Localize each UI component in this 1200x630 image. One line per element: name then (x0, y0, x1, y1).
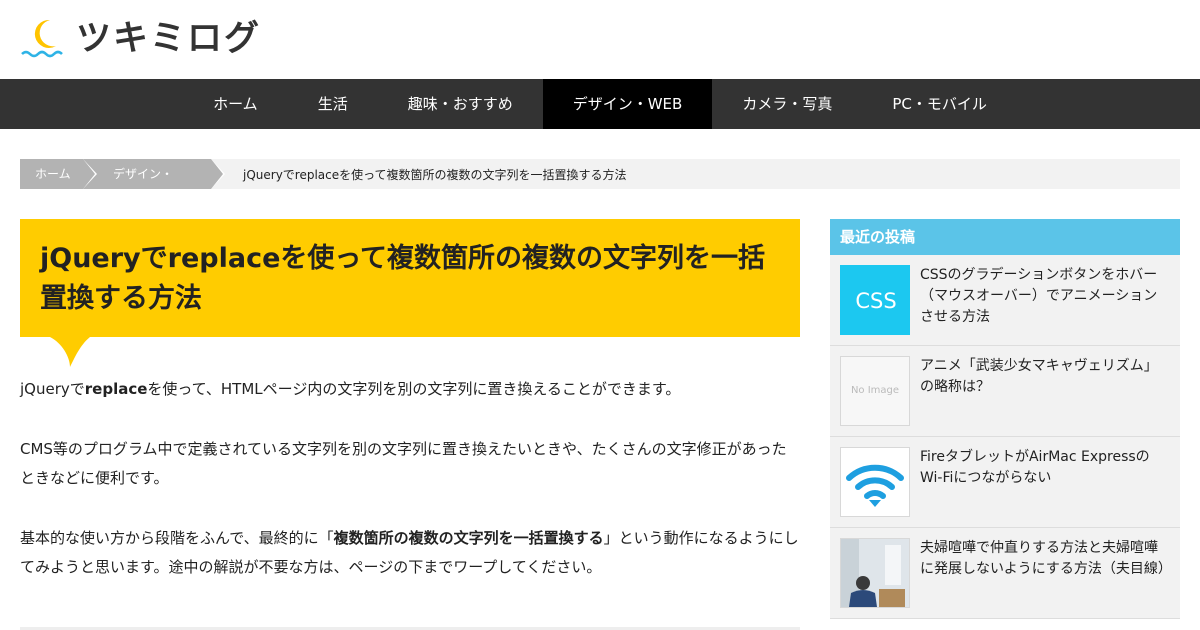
post-title: CSSのグラデーションボタンをホバー（マウスオーバー）でアニメーションさせる方法 (920, 267, 1158, 325)
moon-logo-icon (20, 18, 66, 60)
nav-item-pc-mobile[interactable]: PC・モバイル (862, 79, 1017, 129)
site-header: ツキミログ (0, 0, 1200, 79)
breadcrumb: ホーム デザイン・WEB jQueryでreplaceを使って複数箇所の複数の文… (20, 159, 1180, 211)
global-nav: ホーム 生活 趣味・おすすめ デザイン・WEB カメラ・写真 PC・モバイル (0, 79, 1200, 129)
post-title: 夫婦喧嘩で仲直りする方法と夫婦喧嘩に発展しないようにする方法（夫目線） (920, 540, 1172, 577)
post-thumbnail (840, 538, 910, 608)
p1-text-c: を使って、HTMLページ内の文字列を別の文字列に置き換えることができます。 (147, 380, 681, 398)
article-title: jQueryでreplaceを使って複数箇所の複数の文字列を一括置換する方法 (40, 243, 766, 314)
article-paragraph-1: jQueryでreplaceを使って、HTMLページ内の文字列を別の文字列に置き… (20, 375, 800, 404)
widget-title: 最近の投稿 (830, 219, 1180, 255)
recent-post-item[interactable]: CSS CSSのグラデーションボタンをホバー（マウスオーバー）でアニメーションさ… (830, 255, 1180, 346)
breadcrumb-arrow-icon (211, 159, 223, 189)
post-title: FireタブレットがAirMac ExpressのWi-Fiにつながらない (920, 449, 1150, 486)
breadcrumb-arrow-icon (83, 159, 95, 189)
recent-post-item[interactable]: 夫婦喧嘩で仲直りする方法と夫婦喧嘩に発展しないようにする方法（夫目線） (830, 528, 1180, 619)
breadcrumb-home-label: ホーム (35, 167, 71, 181)
p1-text-a: jQueryで (20, 380, 85, 398)
breadcrumb-category-label: デザイン・WEB (113, 167, 174, 211)
post-title: アニメ「武装少女マキャヴェリズム」の略称は？ (920, 358, 1158, 395)
breadcrumb-category[interactable]: デザイン・WEB (83, 159, 225, 211)
speech-bubble-tail-icon (50, 337, 90, 367)
nav-item-camera[interactable]: カメラ・写真 (712, 79, 862, 129)
article: jQueryでreplaceを使って複数箇所の複数の文字列を一括置換する方法 j… (20, 219, 800, 582)
wifi-icon (846, 464, 904, 507)
nav-item-design-web[interactable]: デザイン・WEB (542, 79, 713, 129)
post-thumbnail: No Image (840, 356, 910, 426)
photo-thumbnail-icon (841, 539, 909, 607)
site-name: ツキミログ (76, 19, 262, 59)
sidebar-recent-posts: 最近の投稿 CSS CSSのグラデーションボタンをホバー（マウスオーバー）でアニ… (830, 219, 1180, 619)
breadcrumb-current: jQueryでreplaceを使って複数箇所の複数の文字列を一括置換する方法 (243, 167, 627, 182)
p1-text-bold: replace (84, 380, 148, 398)
p3-text-a: 基本的な使い方から段階をふんで、最終的に「 (20, 529, 334, 547)
recent-post-item[interactable]: FireタブレットがAirMac ExpressのWi-Fiにつながらない (830, 437, 1180, 528)
article-paragraph-2: CMS等のプログラム中で定義されている文字列を別の文字列に置き換えたいときや、た… (20, 440, 787, 487)
article-title-box: jQueryでreplaceを使って複数箇所の複数の文字列を一括置換する方法 (20, 219, 800, 367)
post-thumbnail (840, 447, 910, 517)
post-thumbnail: CSS (840, 265, 910, 335)
site-logo[interactable]: ツキミログ (20, 18, 261, 60)
nav-item-hobby[interactable]: 趣味・おすすめ (378, 79, 543, 129)
p3-text-bold: 複数箇所の複数の文字列を一括置換する (333, 529, 604, 547)
no-image-label: No Image (850, 385, 900, 396)
breadcrumb-home[interactable]: ホーム (20, 159, 97, 189)
nav-item-life[interactable]: 生活 (288, 79, 378, 129)
recent-post-item[interactable]: No Image アニメ「武装少女マキャヴェリズム」の略称は？ (830, 346, 1180, 437)
css-thumbnail-label: CSS (855, 289, 897, 313)
nav-item-home[interactable]: ホーム (183, 79, 288, 129)
article-paragraph-3: 基本的な使い方から段階をふんで、最終的に「複数箇所の複数の文字列を一括置換する」… (20, 524, 800, 582)
